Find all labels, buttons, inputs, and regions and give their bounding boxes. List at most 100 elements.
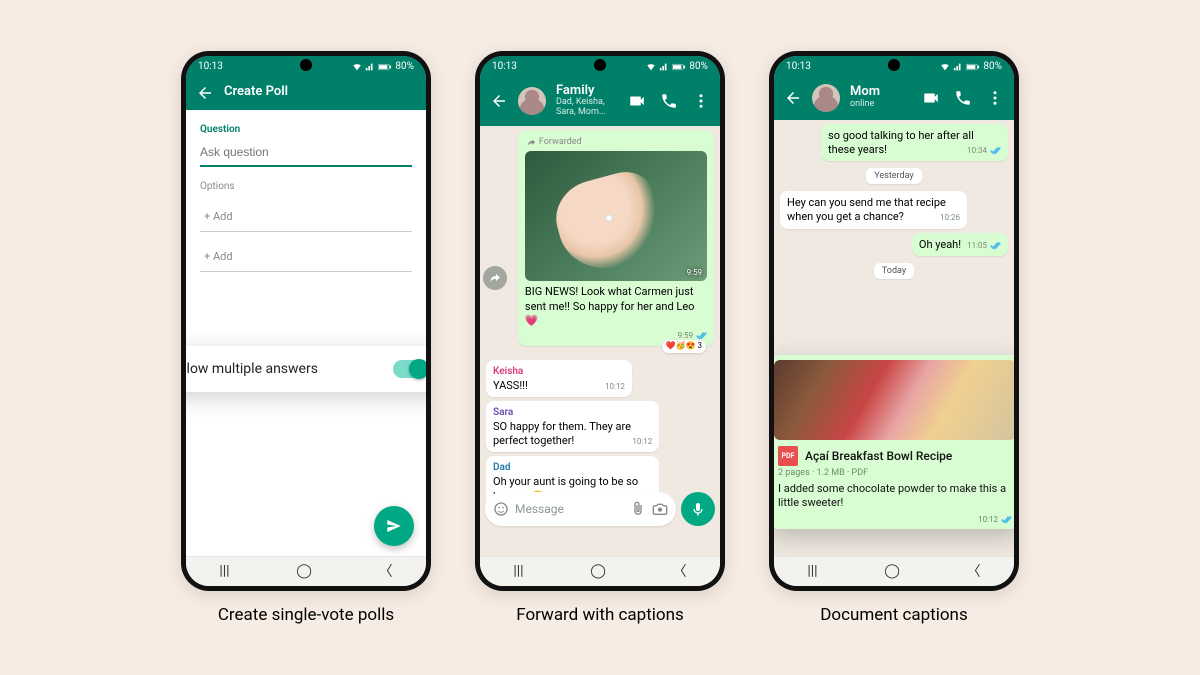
chat-header[interactable]: Mom online [774,78,1014,120]
voice-call-icon[interactable] [660,92,678,110]
allow-multiple-toggle[interactable] [393,360,426,378]
back-arrow-icon[interactable] [490,92,508,110]
reactions[interactable]: ❤️🥳😍 3 [662,340,706,352]
document-message[interactable]: PDF Açaí Breakfast Bowl Recipe 2 pages ·… [774,355,1014,530]
notch [888,59,900,71]
message-text: YASS!!! [493,379,528,392]
message-text: Hey can you send me that recipe when you… [787,196,946,223]
screen-title: Create Poll [224,85,288,99]
message-time: 10:12 [605,382,625,392]
chat-title: Family [556,84,618,98]
status-time: 10:13 [786,61,811,72]
back-arrow-icon[interactable] [196,84,214,102]
battery-pct: 80% [983,61,1002,72]
nav-back[interactable]: 〈 [967,561,981,581]
chat-avatar[interactable] [518,87,546,115]
document-title: Açaí Breakfast Bowl Recipe [805,449,952,463]
voice-call-icon[interactable] [954,89,972,107]
more-icon[interactable] [692,92,710,110]
wifi-icon [352,62,362,72]
question-input[interactable] [200,139,412,167]
wifi-icon [940,62,950,72]
signal-icon [953,62,963,72]
back-arrow-icon[interactable] [784,89,802,107]
add-option-row[interactable]: + Add [200,202,412,232]
sender-name: Sara [493,406,652,419]
input-placeholder: Message [515,502,624,516]
video-call-icon[interactable] [922,89,940,107]
phone-forward: 10:13 80% Family Dad, Keisha, Sara, Mom.… [475,51,725,591]
video-call-icon[interactable] [628,92,646,110]
caption-1: Create single-vote polls [218,605,394,625]
battery-pct: 80% [689,61,708,72]
message-text: Oh yeah! [919,238,961,251]
nav-home[interactable]: ◯ [884,563,900,579]
date-chip: Yesterday [866,168,921,184]
phone-doc: 10:13 80% Mom online [769,51,1019,591]
signal-icon [659,62,669,72]
nav-back[interactable]: 〈 [673,561,687,581]
share-button[interactable] [483,266,507,290]
chat-body[interactable]: Forwarded 9:59 BIG NEWS! Look what Carme… [480,126,720,556]
forwarded-label: Forwarded [527,137,707,149]
sender-name: Dad [493,461,652,474]
camera-icon[interactable] [652,501,668,517]
system-nav: ||| ◯ 〈 [186,556,426,586]
nav-home[interactable]: ◯ [296,563,312,579]
nav-home[interactable]: ◯ [590,563,606,579]
message-input-bar: Message [485,492,715,526]
options-label: Options [200,181,412,192]
status-time: 10:13 [492,61,517,72]
incoming-message[interactable]: Keisha YASS!!! 10:12 [486,360,632,397]
battery-icon [672,62,686,72]
battery-pct: 80% [395,61,414,72]
allow-multiple-label: Allow multiple answers [186,361,318,377]
message-time: 10:34 [967,146,1001,156]
status-time: 10:13 [198,61,223,72]
add-option-row[interactable]: + Add [200,242,412,272]
message-text: SO happy for them. They are perfect toge… [493,420,631,447]
incoming-message[interactable]: Hey can you send me that recipe when you… [780,191,967,229]
forwarded-image[interactable]: 9:59 [525,151,707,281]
nav-recents[interactable]: ||| [219,563,229,579]
chat-status: online [850,100,912,110]
nav-recents[interactable]: ||| [513,563,523,579]
system-nav: ||| ◯ 〈 [774,556,1014,586]
message-time: 10:12 [632,437,652,447]
message-input[interactable]: Message [485,492,676,526]
poll-body: Question Options + Add + Add [186,110,426,556]
image-time: 9:59 [687,268,702,278]
message-time: 10:12 [774,515,1014,524]
caption-3: Document captions [820,605,967,625]
chat-header[interactable]: Family Dad, Keisha, Sara, Mom... [480,78,720,126]
pdf-icon: PDF [778,446,798,466]
outgoing-message[interactable]: Forwarded 9:59 BIG NEWS! Look what Carme… [518,130,714,346]
system-nav: ||| ◯ 〈 [480,556,720,586]
nav-recents[interactable]: ||| [807,563,817,579]
chat-title: Mom [850,85,912,99]
date-chip: Today [874,263,914,279]
header: Create Poll [186,78,426,110]
notch [300,59,312,71]
nav-back[interactable]: 〈 [379,561,393,581]
chat-avatar[interactable] [812,84,840,112]
phone-poll: 10:13 80% Create Poll Question Options [181,51,431,591]
emoji-icon[interactable] [493,501,509,517]
battery-icon [378,62,392,72]
document-meta: 2 pages · 1.2 MB · PDF [774,468,1014,480]
signal-icon [365,62,375,72]
message-text: so good talking to her after all these y… [828,129,974,156]
more-icon[interactable] [986,89,1004,107]
voice-record-button[interactable] [681,492,715,526]
incoming-message[interactable]: Sara SO happy for them. They are perfect… [486,401,659,453]
chat-body[interactable]: so good talking to her after all these y… [774,120,1014,556]
outgoing-message[interactable]: so good talking to her after all these y… [821,124,1008,162]
document-caption: I added some chocolate powder to make th… [774,480,1014,516]
send-button[interactable] [374,506,414,546]
attach-icon[interactable] [630,501,646,517]
send-icon [385,517,403,535]
message-time: 11:05 [967,241,1001,251]
notch [594,59,606,71]
outgoing-message[interactable]: Oh yeah! 11:05 [912,233,1008,256]
message-text: BIG NEWS! Look what Carmen just sent me!… [525,285,707,328]
